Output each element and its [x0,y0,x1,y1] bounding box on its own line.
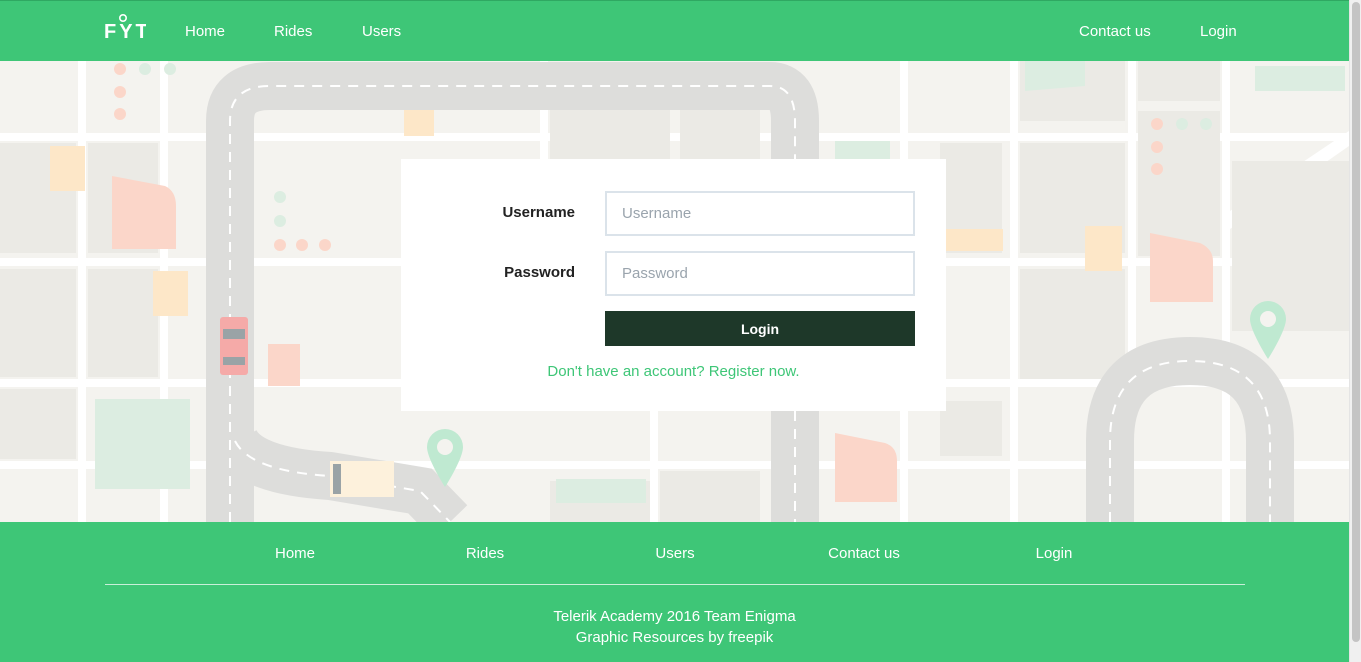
footer: Home Rides Users Contact us Login Teleri… [0,522,1349,662]
footer-users-link[interactable]: Users [615,545,735,562]
brand-logo[interactable]: FYT [104,13,148,43]
nav-contact-link[interactable]: Contact us [1079,23,1151,40]
password-label: Password [504,264,575,281]
footer-divider [105,584,1245,585]
footer-login-link[interactable]: Login [994,545,1114,562]
logo-text: FYT [104,21,146,41]
footer-home-link[interactable]: Home [235,545,355,562]
footer-contact-link[interactable]: Contact us [804,545,924,562]
nav-rides-link[interactable]: Rides [274,23,312,40]
nav-home-link[interactable]: Home [185,23,225,40]
pin-logo-icon: FYT [104,13,148,43]
page-scrollbar[interactable] [1349,0,1361,662]
top-navbar: FYT Home Rides Users Contact us Login [0,0,1349,61]
password-input[interactable] [605,251,915,296]
footer-credit-line-1: Telerik Academy 2016 Team Enigma [553,608,796,625]
footer-credit-line-2: Graphic Resources by freepik [575,629,774,646]
register-link[interactable]: Don't have an account? Register now. [401,363,946,380]
footer-rides-link[interactable]: Rides [425,545,545,562]
login-submit-button[interactable]: Login [605,311,915,346]
nav-login-link[interactable]: Login [1200,23,1237,40]
scrollbar-thumb[interactable] [1352,2,1360,642]
nav-users-link[interactable]: Users [362,23,401,40]
login-form: Username Password Login Don't have an ac… [401,159,946,411]
username-input[interactable] [605,191,915,236]
username-label: Username [502,204,575,221]
